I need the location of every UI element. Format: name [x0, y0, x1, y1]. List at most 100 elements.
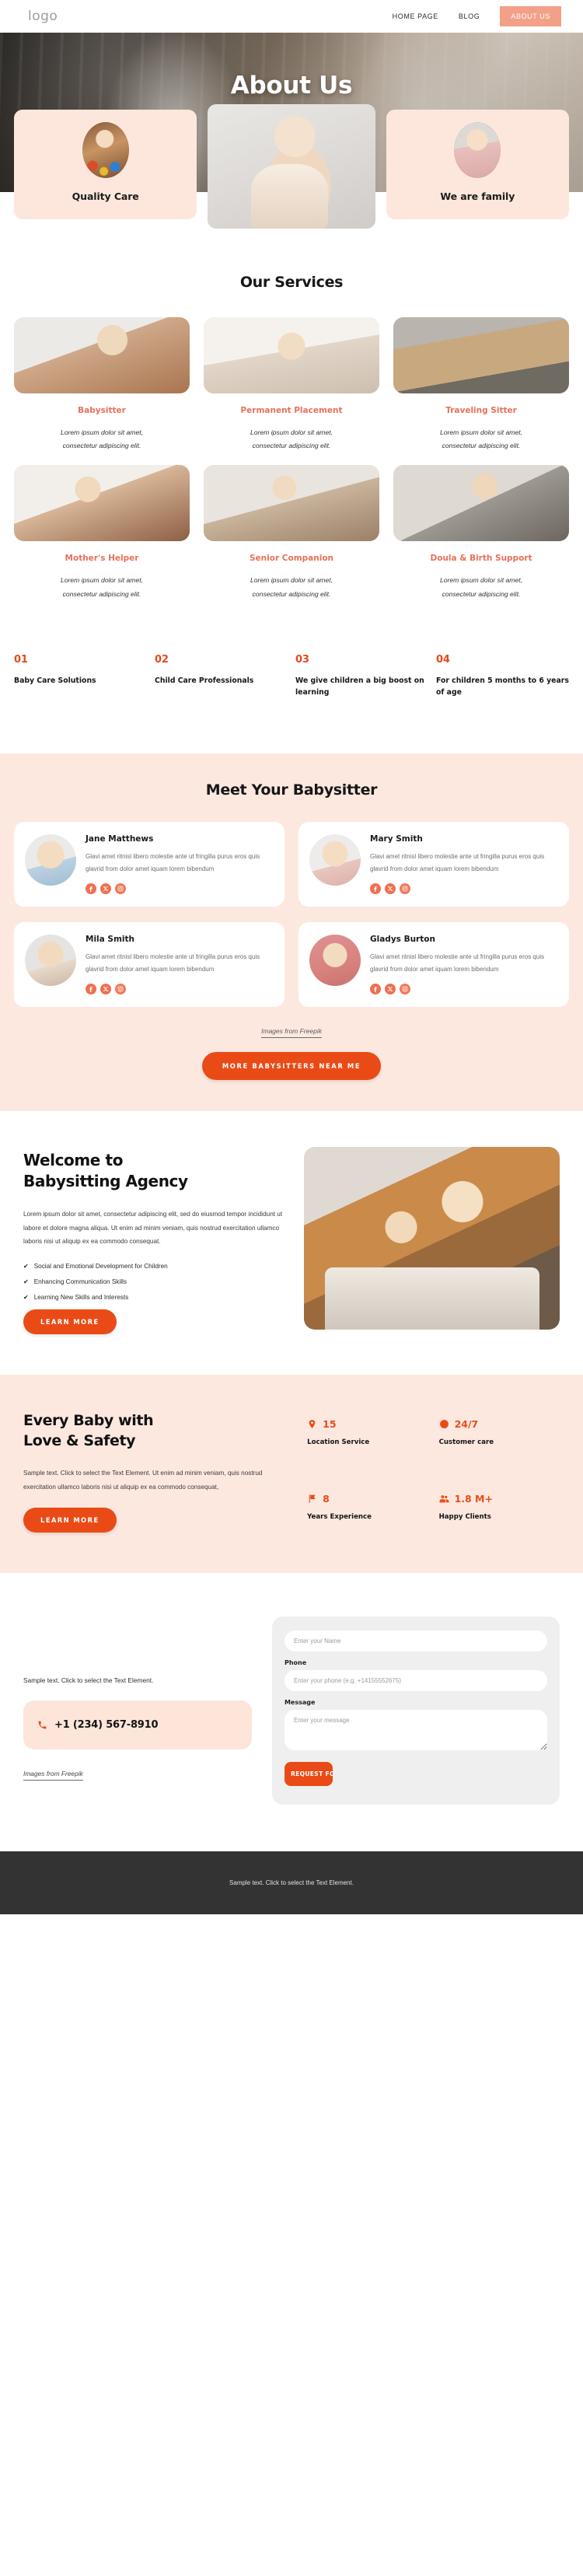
highlight-item: 01 Baby Care Solutions: [14, 654, 147, 699]
service-description-line: consectetur adipiscing elit.: [62, 442, 141, 450]
welcome-checklist: ✔ Social and Emotional Development for C…: [23, 1263, 284, 1301]
contact-info: Sample text. Click to select the Text El…: [23, 1617, 252, 1781]
form-submit-wrapper: REQUEST FOR CALL: [284, 1762, 547, 1787]
service-description: Lorem ipsum dolor sit amet, consectetur …: [14, 426, 190, 453]
team-member-card[interactable]: Mary Smith Glavi amet ritnisl libero mol…: [298, 821, 569, 907]
instagram-icon[interactable]: [400, 883, 410, 894]
feature-card-we-are-family[interactable]: We are family: [386, 110, 569, 219]
facebook-icon[interactable]: [86, 983, 96, 994]
field-phone: Phone: [284, 1659, 547, 1692]
page-root: logo HOME PAGE BLOG ABOUT US About Us we…: [0, 0, 583, 1915]
nav-item-blog[interactable]: BLOG: [459, 12, 480, 20]
services-section: Our Services Babysitter Lorem ipsum dolo…: [0, 257, 583, 609]
service-card[interactable]: Mother's Helper Lorem ipsum dolor sit am…: [14, 465, 190, 600]
team-member-bio: Glavi amet ritnisl libero molestie ante …: [370, 952, 545, 973]
team-member-name: Gladys Burton: [370, 934, 435, 944]
service-image: [393, 317, 569, 393]
avatar: [25, 834, 76, 886]
site-logo[interactable]: logo: [28, 9, 58, 24]
service-description-line: Lorem ipsum dolor sit amet,: [439, 428, 523, 436]
team-heading: Meet Your Babysitter: [205, 781, 378, 799]
checklist-item-label: Enhancing Communication Skills: [33, 1278, 127, 1285]
service-card[interactable]: Permanent Placement Lorem ipsum dolor si…: [204, 317, 379, 453]
checklist-item: ✔ Social and Emotional Development for C…: [23, 1263, 284, 1270]
phone-number: +1 (234) 567-8910: [54, 1719, 159, 1732]
service-description-line: consectetur adipiscing elit.: [252, 442, 331, 450]
safety-heading-line: Love & Safety: [23, 1431, 136, 1449]
highlight-item: 03 We give children a big boost on learn…: [295, 654, 428, 699]
safety-heading: Every Baby with Love & Safety: [23, 1410, 288, 1451]
avatar: [309, 934, 361, 986]
more-babysitters-button[interactable]: MORE BABYSITTERS NEAR ME: [201, 1051, 382, 1080]
team-member-info: Mary Smith Glavi amet ritnisl libero mol…: [370, 834, 558, 894]
team-member-card[interactable]: Gladys Burton Glavi amet ritnisl libero …: [298, 921, 569, 1007]
message-textarea[interactable]: [284, 1710, 547, 1751]
team-member-name: Jane Matthews: [86, 834, 154, 844]
instagram-icon[interactable]: [400, 983, 410, 994]
service-description: Lorem ipsum dolor sit amet, consectetur …: [204, 574, 379, 600]
service-description-line: Lorem ipsum dolor sit amet,: [250, 428, 333, 436]
service-image: [204, 317, 379, 393]
phone-box[interactable]: +1 (234) 567-8910: [23, 1700, 252, 1750]
social-links: [370, 983, 558, 994]
footer-text: Sample text. Click to select the Text El…: [229, 1879, 354, 1887]
service-card[interactable]: Doula & Birth Support Lorem ipsum dolor …: [393, 465, 569, 600]
facebook-icon[interactable]: [370, 883, 381, 894]
safety-section: Every Baby with Love & Safety Sample tex…: [0, 1374, 583, 1574]
highlight-label: For children 5 months to 6 years of age: [436, 676, 569, 697]
instagram-icon[interactable]: [115, 883, 126, 894]
stat-item: 1.8 M+ Happy Clients: [439, 1493, 560, 1533]
x-twitter-icon[interactable]: [385, 883, 396, 894]
team-member-bio: Glavi amet ritnisl libero molestie ante …: [86, 852, 260, 872]
name-input[interactable]: [284, 1631, 547, 1652]
service-card[interactable]: Babysitter Lorem ipsum dolor sit amet, c…: [14, 317, 190, 453]
x-twitter-icon[interactable]: [385, 983, 396, 994]
team-member-card[interactable]: Jane Matthews Glavi amet ritnisl libero …: [14, 821, 285, 907]
nav-item-about-us[interactable]: ABOUT US: [500, 6, 561, 26]
instagram-icon[interactable]: [115, 983, 126, 994]
nav-item-home-page[interactable]: HOME PAGE: [393, 12, 438, 20]
welcome-heading-line: Welcome to: [23, 1150, 124, 1169]
field-name: [284, 1631, 547, 1652]
phone-input[interactable]: [284, 1670, 547, 1692]
service-description-line: consectetur adipiscing elit.: [252, 589, 331, 598]
site-footer: Sample text. Click to select the Text El…: [0, 1851, 583, 1915]
checklist-item-label: Social and Emotional Development for Chi…: [33, 1262, 168, 1270]
highlight-item: 04 For children 5 months to 6 years of a…: [436, 654, 569, 699]
feature-card-quality-care[interactable]: Quality Care: [14, 110, 197, 219]
team-member-name: Mary Smith: [370, 834, 423, 844]
welcome-heading-line: Babysitting Agency: [23, 1171, 188, 1190]
request-for-call-button[interactable]: REQUEST FOR CALL: [284, 1762, 333, 1787]
social-links: [86, 883, 274, 894]
facebook-icon[interactable]: [86, 883, 96, 894]
service-card[interactable]: Senior Companion Lorem ipsum dolor sit a…: [204, 465, 379, 600]
social-links: [370, 883, 558, 894]
welcome-section: Welcome to Babysitting Agency Lorem ipsu…: [0, 1111, 583, 1375]
stats-grid: 15 Location Service 24/7 Customer care 8…: [307, 1410, 560, 1533]
services-grid: Babysitter Lorem ipsum dolor sit amet, c…: [14, 317, 569, 601]
feature-card-title: We are family: [440, 190, 515, 202]
checklist-item: ✔ Learning New Skills and Interests: [23, 1294, 284, 1301]
stat-header: 15: [307, 1418, 428, 1430]
team-member-info: Mila Smith Glavi amet ritnisl libero mol…: [86, 935, 274, 994]
service-description-line: consectetur adipiscing elit.: [442, 442, 521, 450]
stat-item: 8 Years Experience: [307, 1493, 428, 1533]
service-description: Lorem ipsum dolor sit amet, consectetur …: [393, 574, 569, 600]
stat-label: Happy Clients: [438, 1512, 491, 1521]
feature-card-photo: [208, 104, 375, 229]
highlight-label: Baby Care Solutions: [14, 676, 96, 685]
service-description-line: Lorem ipsum dolor sit amet,: [60, 576, 144, 585]
x-twitter-icon[interactable]: [100, 883, 111, 894]
avatar: [25, 934, 76, 986]
service-card[interactable]: Traveling Sitter Lorem ipsum dolor sit a…: [393, 317, 569, 453]
x-twitter-icon[interactable]: [100, 983, 111, 994]
feature-card-image: [82, 122, 129, 178]
safety-learn-more-button[interactable]: LEARN MORE: [23, 1508, 117, 1533]
service-name: Babysitter: [78, 406, 126, 415]
contact-image-credit: Images from Freepik: [23, 1770, 252, 1781]
safety-content: Every Baby with Love & Safety Sample tex…: [23, 1410, 288, 1533]
welcome-learn-more-button[interactable]: LEARN MORE: [23, 1309, 117, 1334]
stat-label: Customer care: [438, 1438, 494, 1446]
team-member-card[interactable]: Mila Smith Glavi amet ritnisl libero mol…: [14, 921, 285, 1007]
facebook-icon[interactable]: [370, 983, 381, 994]
